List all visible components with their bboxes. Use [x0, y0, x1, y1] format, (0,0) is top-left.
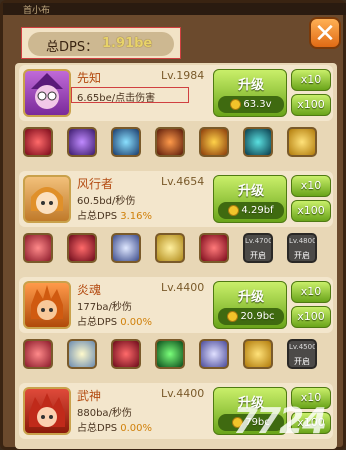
skill-row: Lv.4700 开启 Lv.4800 开启: [21, 233, 333, 267]
hero-dps-share: 占总DPS 0.00%: [77, 313, 152, 328]
x100-button[interactable]: x100: [291, 200, 331, 222]
upgrade-cost-value: 20.9bc: [240, 311, 275, 322]
skill-icon[interactable]: [243, 127, 273, 157]
hero-level: Lv.4400: [161, 387, 205, 400]
hero-list[interactable]: 先知 Lv.1984 6.65be/点击伤害 升级 63.3v x10 x100…: [15, 63, 337, 449]
close-button[interactable]: ✕: [309, 17, 341, 49]
skill-icon[interactable]: [155, 233, 185, 263]
gold-skill-icon[interactable]: [243, 339, 273, 369]
total-dps-label: 总DPS：: [46, 40, 99, 55]
upgrade-button[interactable]: 升级 63.3v: [213, 69, 287, 117]
x10-button[interactable]: x10: [291, 69, 331, 91]
coin-icon: [230, 98, 242, 110]
top-strip: 首小布: [3, 3, 346, 16]
locked-skill: Lv.4700 开启: [243, 233, 273, 263]
skill-icon[interactable]: [23, 339, 53, 369]
upgrade-button[interactable]: 升级 20.9bc: [213, 281, 287, 329]
x10-button[interactable]: x10: [291, 175, 331, 197]
skill-icon[interactable]: [111, 339, 141, 369]
coin-icon: [228, 204, 240, 216]
locked-skill-level: Lv.4500: [289, 343, 317, 351]
upgrade-cost: 4.29bf: [218, 202, 284, 219]
hero-row-flame: 炎魂 Lv.4400 177ba/秒伤 占总DPS 0.00% 升级 20.9b…: [19, 277, 333, 333]
hero-portrait-icon: [23, 175, 71, 223]
hero-level: Lv.1984: [161, 69, 205, 82]
hero-panel-window: 首小布 总DPS： 1.91be ✕ 先知 Lv.1984 6.65be/点击伤…: [0, 0, 346, 450]
locked-skill-label: 开启: [250, 251, 266, 260]
skill-icon[interactable]: [67, 127, 97, 157]
dps-share-label: 占总DPS: [77, 317, 118, 328]
x100-button[interactable]: x100: [291, 306, 331, 328]
hero-dps-share: 占总DPS 3.16%: [77, 207, 152, 222]
dps-share-label: 占总DPS: [77, 211, 118, 222]
locked-skill-level: Lv.4700: [245, 237, 273, 245]
total-dps-box: 总DPS： 1.91be: [21, 27, 181, 59]
upgrade-cost-value: 63.3v: [243, 99, 272, 110]
hero-portrait-icon: [23, 387, 71, 435]
skill-icon[interactable]: [155, 339, 185, 369]
total-dps-pill: 总DPS： 1.91be: [28, 32, 174, 56]
locked-skill: Lv.4800 开启: [287, 233, 317, 263]
skill-icon[interactable]: [67, 233, 97, 263]
skill-icon[interactable]: [23, 127, 53, 157]
hero-row-windrunner: 风行者 Lv.4654 60.5bd/秒伤 占总DPS 3.16% 升级 4.2…: [19, 171, 333, 227]
hero-dps: 60.5bd/秒伤: [77, 196, 136, 207]
watermark-logo: 7724: [233, 401, 327, 442]
locked-skill-label: 开启: [294, 251, 310, 260]
upgrade-cost-value: 4.29bf: [241, 205, 274, 216]
skill-icon[interactable]: [111, 233, 141, 263]
hero-portrait-icon: [23, 69, 71, 117]
skill-row: Lv.4500 开启: [21, 339, 333, 373]
gold-skill-icon[interactable]: [287, 127, 317, 157]
hero-level: Lv.4654: [161, 175, 205, 188]
x100-button[interactable]: x100: [291, 94, 331, 116]
upgrade-label: 升级: [237, 184, 264, 199]
skill-row: [21, 127, 333, 161]
dps-share-label: 占总DPS: [77, 423, 118, 434]
skill-icon[interactable]: [155, 127, 185, 157]
top-strip-text: 首小布: [23, 6, 51, 16]
hero-name: 武神: [77, 389, 102, 403]
upgrade-label: 升级: [237, 78, 264, 93]
upgrade-button[interactable]: 升级 4.29bf: [213, 175, 287, 223]
hero-level: Lv.4400: [161, 281, 205, 294]
locked-skill-label: 开启: [294, 357, 310, 366]
upgrade-cost: 63.3v: [218, 96, 284, 113]
locked-skill-level: Lv.4800: [289, 237, 317, 245]
hero-name: 风行者: [77, 177, 114, 191]
skill-icon[interactable]: [199, 339, 229, 369]
x10-button[interactable]: x10: [291, 281, 331, 303]
upgrade-label: 升级: [237, 290, 264, 305]
hero-portrait-icon: [23, 281, 71, 329]
total-dps-value: 1.91be: [102, 36, 153, 51]
hero-dps: 177ba/秒伤: [77, 302, 132, 313]
dps-share-pct: 3.16%: [120, 211, 153, 222]
dps-share-pct: 0.00%: [120, 423, 153, 434]
upgrade-cost: 20.9bc: [218, 308, 284, 325]
skill-icon[interactable]: [67, 339, 97, 369]
locked-skill: Lv.4500 开启: [287, 339, 317, 369]
hero-dps-share: 占总DPS 0.00%: [77, 419, 152, 434]
skill-icon[interactable]: [199, 127, 229, 157]
hero-name: 先知: [77, 71, 102, 85]
skill-icon[interactable]: [111, 127, 141, 157]
skill-icon[interactable]: [199, 233, 229, 263]
close-icon: ✕: [314, 19, 336, 49]
coin-icon: [227, 310, 239, 322]
dps-share-pct: 0.00%: [120, 317, 153, 328]
click-damage-highlight: [71, 87, 189, 103]
hero-name: 炎魂: [77, 283, 102, 297]
skill-icon[interactable]: [23, 233, 53, 263]
hero-dps: 880ba/秒伤: [77, 408, 132, 419]
